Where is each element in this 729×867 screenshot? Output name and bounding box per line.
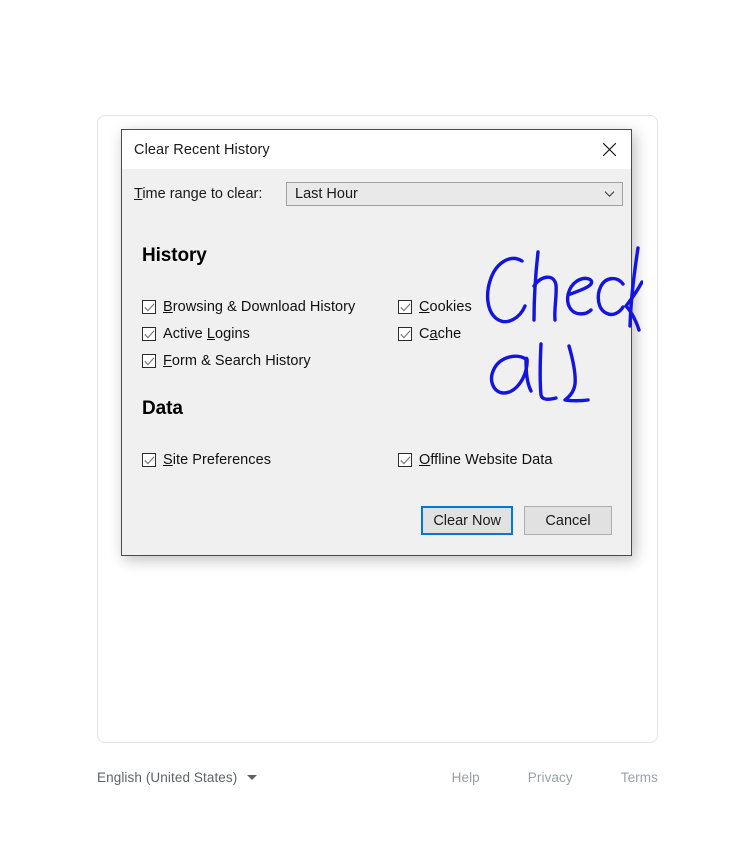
dialog-titlebar: Clear Recent History: [122, 130, 631, 169]
language-selector[interactable]: English (United States): [97, 770, 258, 785]
language-label: English (United States): [97, 770, 238, 785]
checkbox-label: Browsing & Download History: [163, 299, 356, 315]
checkbox-box: [142, 354, 156, 368]
checkmark-icon: [399, 329, 410, 338]
checkbox-label: Active Logins: [163, 326, 250, 342]
checkmark-icon: [399, 455, 410, 464]
checkbox-box: [142, 327, 156, 341]
clear-recent-history-dialog: Clear Recent History Time range to clear…: [121, 129, 632, 556]
checkmark-icon: [143, 455, 154, 464]
footer-link-terms[interactable]: Terms: [621, 770, 658, 785]
dialog-button-row: Clear Now Cancel: [421, 506, 612, 535]
chevron-down-icon: [604, 191, 615, 197]
footer-link-help[interactable]: Help: [452, 770, 480, 785]
checkmark-icon: [143, 302, 154, 311]
footer-link-privacy[interactable]: Privacy: [528, 770, 573, 785]
close-icon[interactable]: [587, 131, 631, 169]
checkbox-box: [142, 300, 156, 314]
checkbox-label: Form & Search History: [163, 353, 311, 369]
checkbox-label: Offline Website Data: [419, 452, 553, 468]
checkbox-label: Site Preferences: [163, 452, 272, 468]
checkbox-label: Cache: [419, 326, 462, 342]
checkbox-site-preferences[interactable]: Site Preferences: [142, 452, 271, 468]
time-range-value: Last Hour: [295, 186, 358, 202]
checkbox-box: [398, 453, 412, 467]
history-section-heading: History: [142, 245, 207, 266]
clear-now-button[interactable]: Clear Now: [421, 506, 513, 535]
page-footer: English (United States) Help Privacy Ter…: [97, 770, 658, 798]
checkbox-form-search-history[interactable]: Form & Search History: [142, 353, 311, 369]
time-range-select[interactable]: Last Hour: [286, 182, 623, 206]
checkmark-icon: [143, 356, 154, 365]
time-range-row: Time range to clear: Last Hour: [122, 169, 631, 206]
checkbox-box: [398, 327, 412, 341]
time-range-label: Time range to clear:: [134, 186, 263, 202]
checkbox-label: Cookies: [419, 299, 472, 315]
checkbox-active-logins[interactable]: Active Logins: [142, 326, 250, 342]
caret-down-icon: [247, 775, 258, 780]
checkbox-browsing-download-history[interactable]: Browsing & Download History: [142, 299, 355, 315]
checkbox-cache[interactable]: Cache: [398, 326, 461, 342]
checkbox-cookies[interactable]: Cookies: [398, 299, 472, 315]
checkbox-box: [142, 453, 156, 467]
dialog-title: Clear Recent History: [134, 141, 270, 158]
checkbox-offline-website-data[interactable]: Offline Website Data: [398, 452, 552, 468]
checkbox-box: [398, 300, 412, 314]
cancel-button[interactable]: Cancel: [524, 506, 612, 535]
data-section-heading: Data: [142, 398, 183, 419]
footer-links: Help Privacy Terms: [452, 770, 658, 785]
checkmark-icon: [143, 329, 154, 338]
checkmark-icon: [399, 302, 410, 311]
